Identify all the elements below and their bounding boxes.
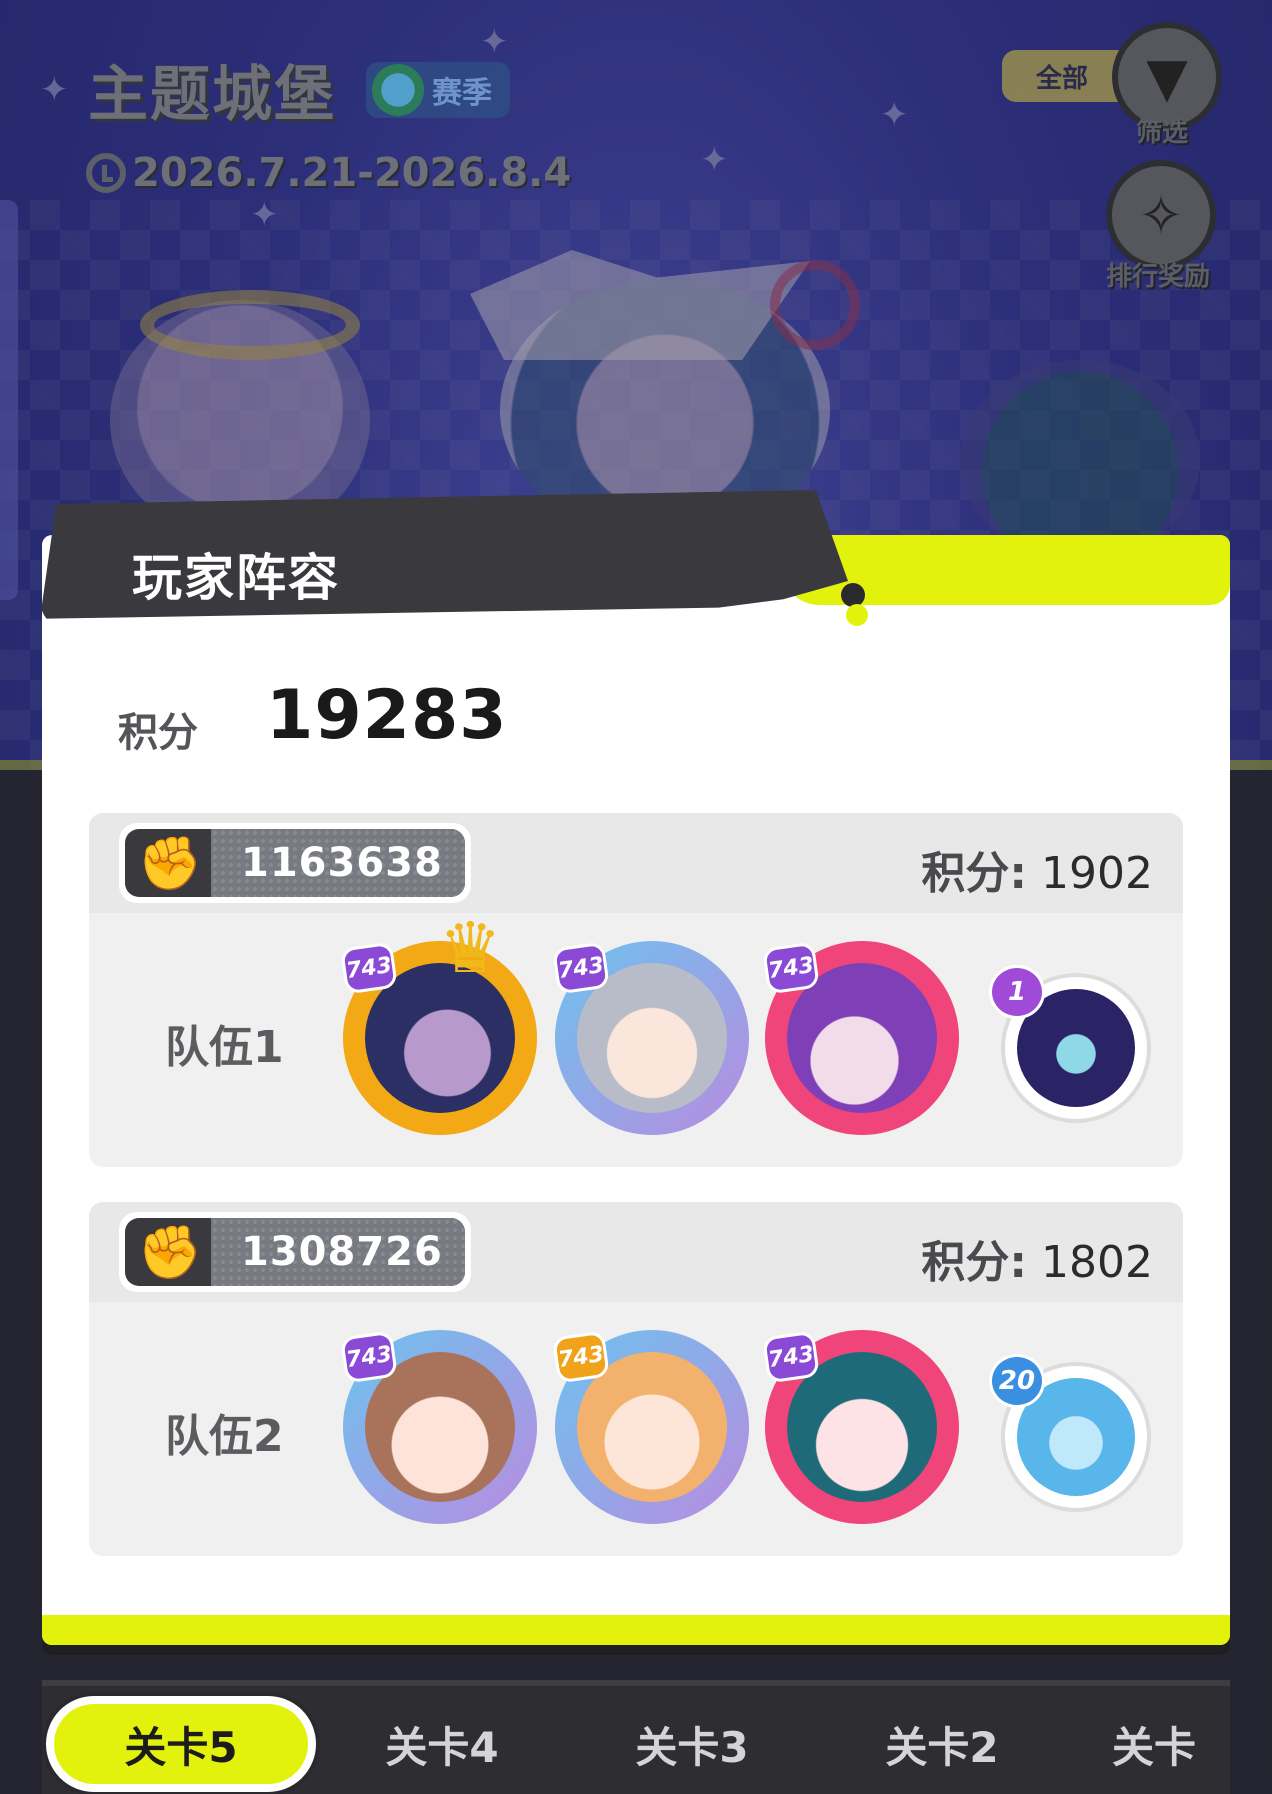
hero-avatar[interactable]: 743	[762, 941, 959, 1135]
team-name: 队伍1	[165, 1022, 284, 1073]
team-points: 积分: 1902	[921, 837, 1153, 901]
clock-icon	[86, 153, 126, 193]
power-tag: ✊ 1163638	[119, 823, 471, 903]
filter-value: 全部	[1036, 63, 1089, 94]
hero-level-badge: 743	[552, 1330, 610, 1384]
hero-level-badge: 743	[552, 941, 610, 995]
team-points: 积分: 1802	[921, 1226, 1153, 1290]
event-date-range: 2026.7.21-2026.8.4	[132, 150, 572, 196]
season-label: 赛季	[432, 75, 492, 111]
pet-level-badge: 1	[989, 965, 1045, 1019]
fist-icon: ✊	[137, 833, 203, 894]
page-title: 主题城堡	[88, 60, 336, 130]
hero-level-badge: 743	[762, 941, 820, 995]
funnel-icon: ▼	[1146, 45, 1188, 109]
team-power: 1163638	[241, 840, 443, 886]
power-tag: ✊ 1308726	[119, 1212, 471, 1292]
team-card: ✊ 1308726 积分: 1802 队伍2 743 743 743 20	[89, 1202, 1183, 1556]
reward-box-icon: ✧	[1138, 183, 1184, 247]
filter-label: 筛选	[1136, 118, 1189, 148]
drip-dot	[841, 583, 865, 607]
event-date-row: 2026.7.21-2026.8.4	[86, 150, 571, 196]
hero-avatar[interactable]: 743	[552, 1330, 749, 1524]
team-points-label: 积分:	[921, 1237, 1028, 1288]
tab-stage-3[interactable]: 关卡3	[592, 1696, 792, 1792]
modal-title: 玩家阵容	[132, 549, 340, 607]
pet-level-badge: 20	[989, 1354, 1045, 1408]
fist-icon: ✊	[137, 1222, 203, 1283]
modal-bottom-band	[42, 1615, 1230, 1645]
tab-stage-5[interactable]: 关卡5	[46, 1696, 316, 1792]
hero-avatar[interactable]: 743	[762, 1330, 959, 1524]
page-header: 主题城堡 赛季	[88, 46, 510, 133]
side-edge-tab	[0, 200, 18, 600]
hero-level-badge: 743	[340, 941, 398, 995]
crown-icon: ♛	[439, 907, 502, 989]
hero-level-badge: 743	[340, 1330, 398, 1384]
total-score-value: 19283	[266, 676, 508, 755]
tab-stage-1[interactable]: 关卡	[1112, 1696, 1230, 1792]
hero-avatar[interactable]: 743	[552, 941, 749, 1135]
stage-tabs: 关卡5 关卡4 关卡3 关卡2 关卡	[42, 1680, 1230, 1794]
team-points-value: 1802	[1041, 1237, 1153, 1288]
team-card: ✊ 1163638 积分: 1902 队伍1 743 ♛ 743 743 1	[89, 813, 1183, 1167]
tab-stage-2[interactable]: 关卡2	[842, 1696, 1042, 1792]
team-points-label: 积分:	[921, 848, 1028, 899]
total-score-label: 积分	[118, 710, 198, 756]
rank-reward-label: 排行奖励	[1106, 262, 1211, 292]
team-name: 队伍2	[165, 1411, 284, 1462]
tab-stage-4[interactable]: 关卡4	[342, 1696, 542, 1792]
drip-dot-lime	[846, 604, 868, 626]
hero-avatar[interactable]: 743	[340, 1330, 537, 1524]
season-icon	[372, 63, 424, 116]
rank-reward-button[interactable]: ✧	[1106, 160, 1216, 270]
hero-avatar[interactable]: 743 ♛	[340, 907, 537, 1135]
team-points-value: 1902	[1041, 848, 1153, 899]
pet-avatar[interactable]: 1	[989, 965, 1151, 1123]
pet-avatar[interactable]: 20	[989, 1354, 1151, 1512]
hero-level-badge: 743	[762, 1330, 820, 1384]
team-power: 1308726	[241, 1229, 443, 1275]
season-badge[interactable]: 赛季	[366, 61, 510, 118]
